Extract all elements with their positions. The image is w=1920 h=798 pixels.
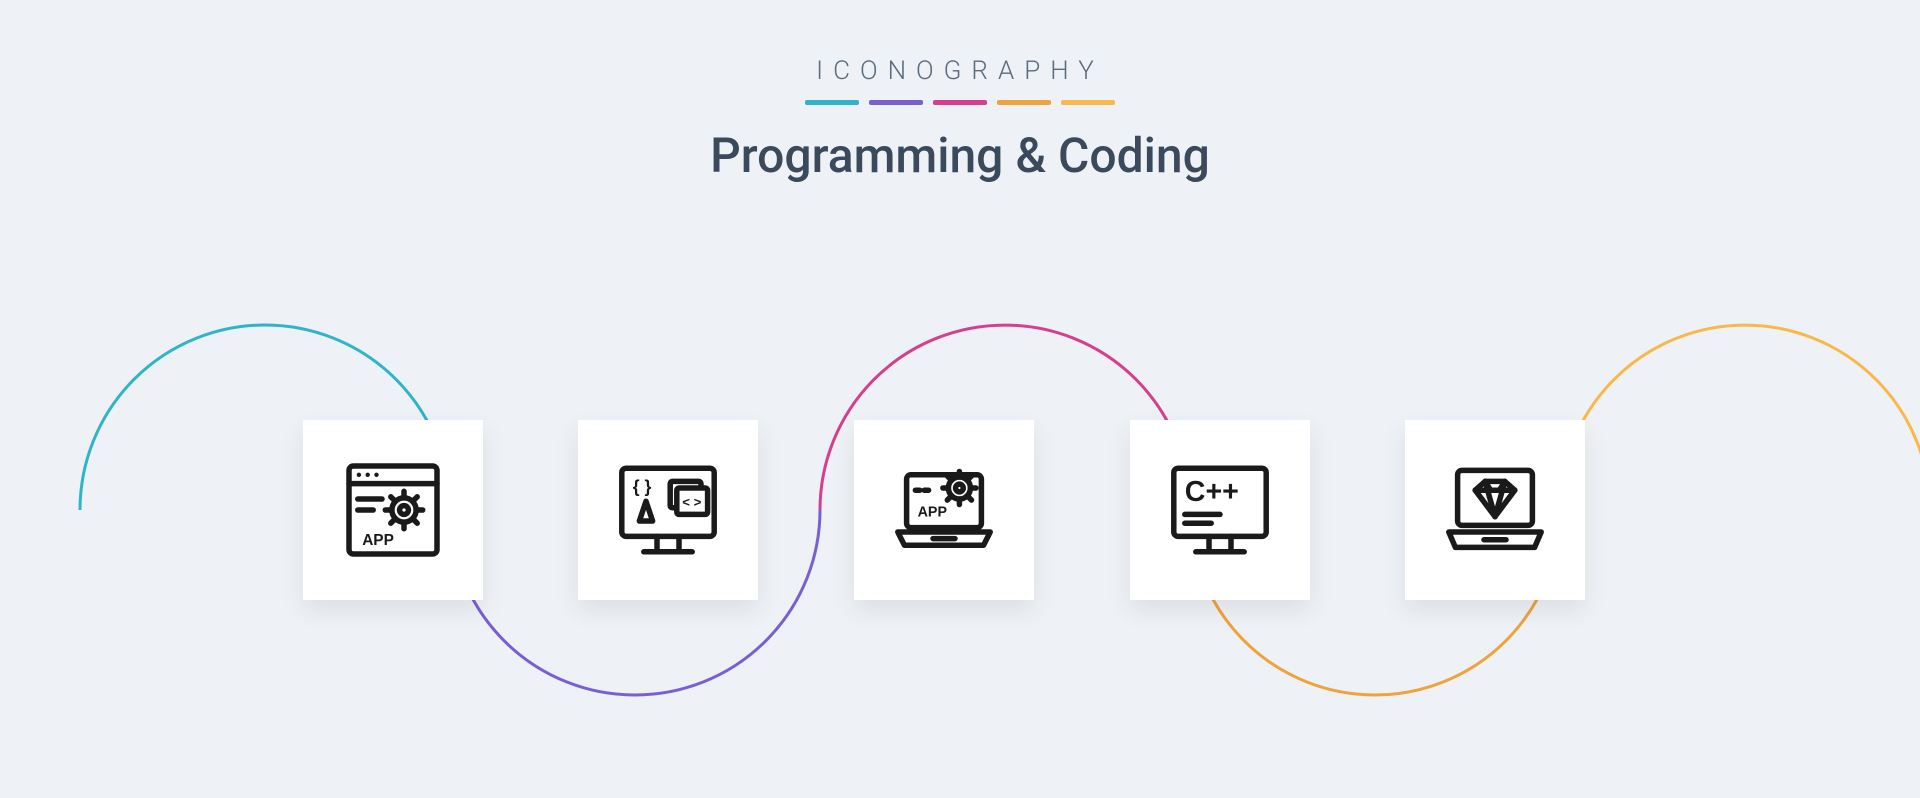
bar-1 [805, 100, 859, 105]
page-title: Programming & Coding [0, 127, 1920, 184]
icon-tile-1: APP [303, 420, 483, 600]
icon-tile-2: { } < > [578, 420, 758, 600]
laptop-app-gear-icon: APP [889, 455, 999, 565]
icon-3-text: APP [918, 505, 948, 521]
svg-text:< >: < > [682, 495, 701, 510]
app-window-gear-icon: APP [338, 455, 448, 565]
icon-tile-3: APP [854, 420, 1034, 600]
monitor-code-layers-icon: { } < > [613, 455, 723, 565]
icon-tile-4: C++ [1130, 420, 1310, 600]
stage: ICONOGRAPHY Programming & Coding [0, 0, 1920, 798]
header: ICONOGRAPHY Programming & Coding [0, 56, 1920, 184]
monitor-cpp-icon: C++ [1165, 455, 1275, 565]
bar-5 [1061, 100, 1115, 105]
arc-5 [1560, 325, 1920, 510]
icon-1-text: APP [362, 532, 394, 549]
icon-4-text: C++ [1185, 476, 1239, 508]
bar-3 [933, 100, 987, 105]
bar-2 [869, 100, 923, 105]
laptop-diamond-icon [1440, 455, 1550, 565]
brand-text: ICONOGRAPHY [0, 56, 1920, 86]
color-bars [0, 100, 1920, 105]
svg-text:{ }: { } [633, 476, 652, 496]
bar-4 [997, 100, 1051, 105]
icon-tile-5 [1405, 420, 1585, 600]
